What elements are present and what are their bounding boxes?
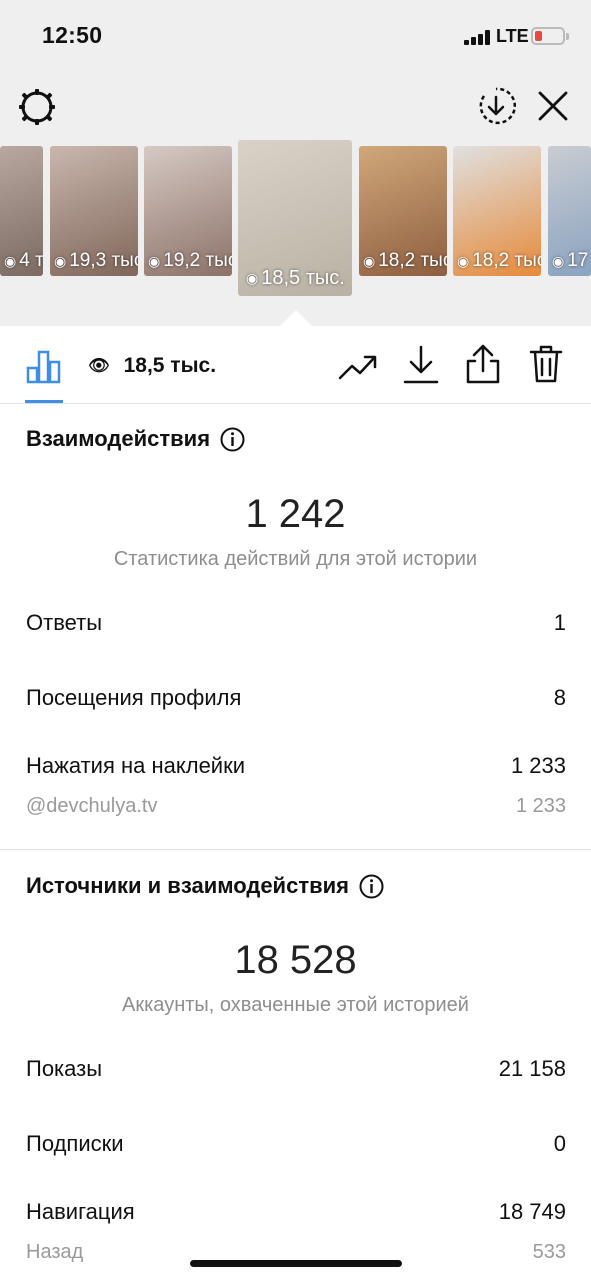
close-icon[interactable] bbox=[537, 90, 569, 122]
story-header-area: 12:50 LTE ◉4 тыс bbox=[0, 0, 591, 326]
stat-row-profile-visits: Посещения профиля 8 bbox=[26, 685, 566, 710]
bar-chart-icon[interactable] bbox=[26, 348, 62, 384]
trash-icon[interactable] bbox=[529, 344, 563, 384]
story-views-label: ◉ 18,5 тыс. bbox=[246, 267, 345, 289]
story-views: 👁 18,5 тыс. bbox=[88, 354, 216, 378]
signal-icon bbox=[464, 30, 490, 45]
story-thumbnail[interactable]: ◉ 19,2 тыс bbox=[144, 146, 232, 276]
story-toolbar: 👁 18,5 тыс. bbox=[0, 326, 591, 404]
info-icon[interactable] bbox=[220, 427, 245, 452]
stat-row-navigation: Навигация 18 749 bbox=[26, 1199, 566, 1224]
story-views-label: ◉ 17 bbox=[552, 250, 589, 271]
stat-row-replies: Ответы 1 bbox=[26, 610, 566, 635]
story-thumbnails: ◉4 тыс ◉19,3 тыс ◉19,2 тыс ◉18,5 тыс. ◉1… bbox=[0, 140, 591, 300]
story-views-count: 18,5 тыс. bbox=[123, 354, 217, 377]
gear-icon[interactable] bbox=[18, 88, 56, 126]
section-divider bbox=[0, 849, 591, 850]
trending-icon[interactable] bbox=[338, 348, 378, 384]
stat-row-impressions: Показы 21 158 bbox=[26, 1056, 566, 1081]
story-views-label: ◉ 18,2 тыс bbox=[457, 250, 541, 271]
download-circle-icon[interactable] bbox=[476, 86, 516, 126]
eye-icon: 👁 bbox=[88, 356, 110, 375]
status-bar: 12:50 LTE bbox=[0, 0, 591, 74]
story-views-label: ◉ 19,3 тыс bbox=[54, 250, 138, 271]
active-tab-underline bbox=[25, 400, 63, 403]
stat-row-sticker-mention: @devchulya.tv 1 233 bbox=[26, 795, 566, 817]
story-views-label: ◉ 18,2 тыс bbox=[363, 250, 447, 271]
discovery-subtitle: Аккаунты, охваченные этой историей bbox=[122, 994, 469, 1016]
download-icon[interactable] bbox=[403, 345, 439, 385]
story-thumbnail[interactable]: ◉ 19,3 тыс bbox=[50, 146, 138, 276]
story-thumbnail[interactable]: ◉ 18,2 тыс bbox=[453, 146, 541, 276]
discovery-section-title: Источники и взаимодействия bbox=[26, 873, 384, 899]
selection-pointer bbox=[280, 310, 312, 326]
story-thumbnail[interactable]: ◉4 тыс bbox=[0, 146, 43, 276]
story-views-label: ◉4 тыс bbox=[4, 250, 43, 271]
stat-row-follows: Подписки 0 bbox=[26, 1131, 566, 1156]
info-icon[interactable] bbox=[359, 874, 384, 899]
story-thumbnail[interactable]: ◉ 17 bbox=[548, 146, 591, 276]
network-type: LTE bbox=[496, 26, 529, 46]
home-indicator[interactable] bbox=[190, 1260, 402, 1267]
status-time: 12:50 bbox=[42, 22, 103, 48]
interactions-subtitle: Статистика действий для этой истории bbox=[113, 548, 478, 570]
interactions-total: 1 242 bbox=[245, 492, 346, 536]
interactions-section-title: Взаимодействия bbox=[26, 426, 245, 452]
discovery-total: 18 528 bbox=[234, 938, 357, 982]
share-icon[interactable] bbox=[465, 343, 501, 385]
story-thumbnail-selected[interactable]: ◉ 18,5 тыс. bbox=[238, 140, 352, 296]
battery-icon bbox=[531, 27, 569, 45]
story-thumbnail[interactable]: ◉ 18,2 тыс bbox=[359, 146, 447, 276]
story-views-label: ◉ 19,2 тыс bbox=[148, 250, 232, 271]
stat-row-sticker-taps: Нажатия на наклейки 1 233 bbox=[26, 753, 566, 778]
